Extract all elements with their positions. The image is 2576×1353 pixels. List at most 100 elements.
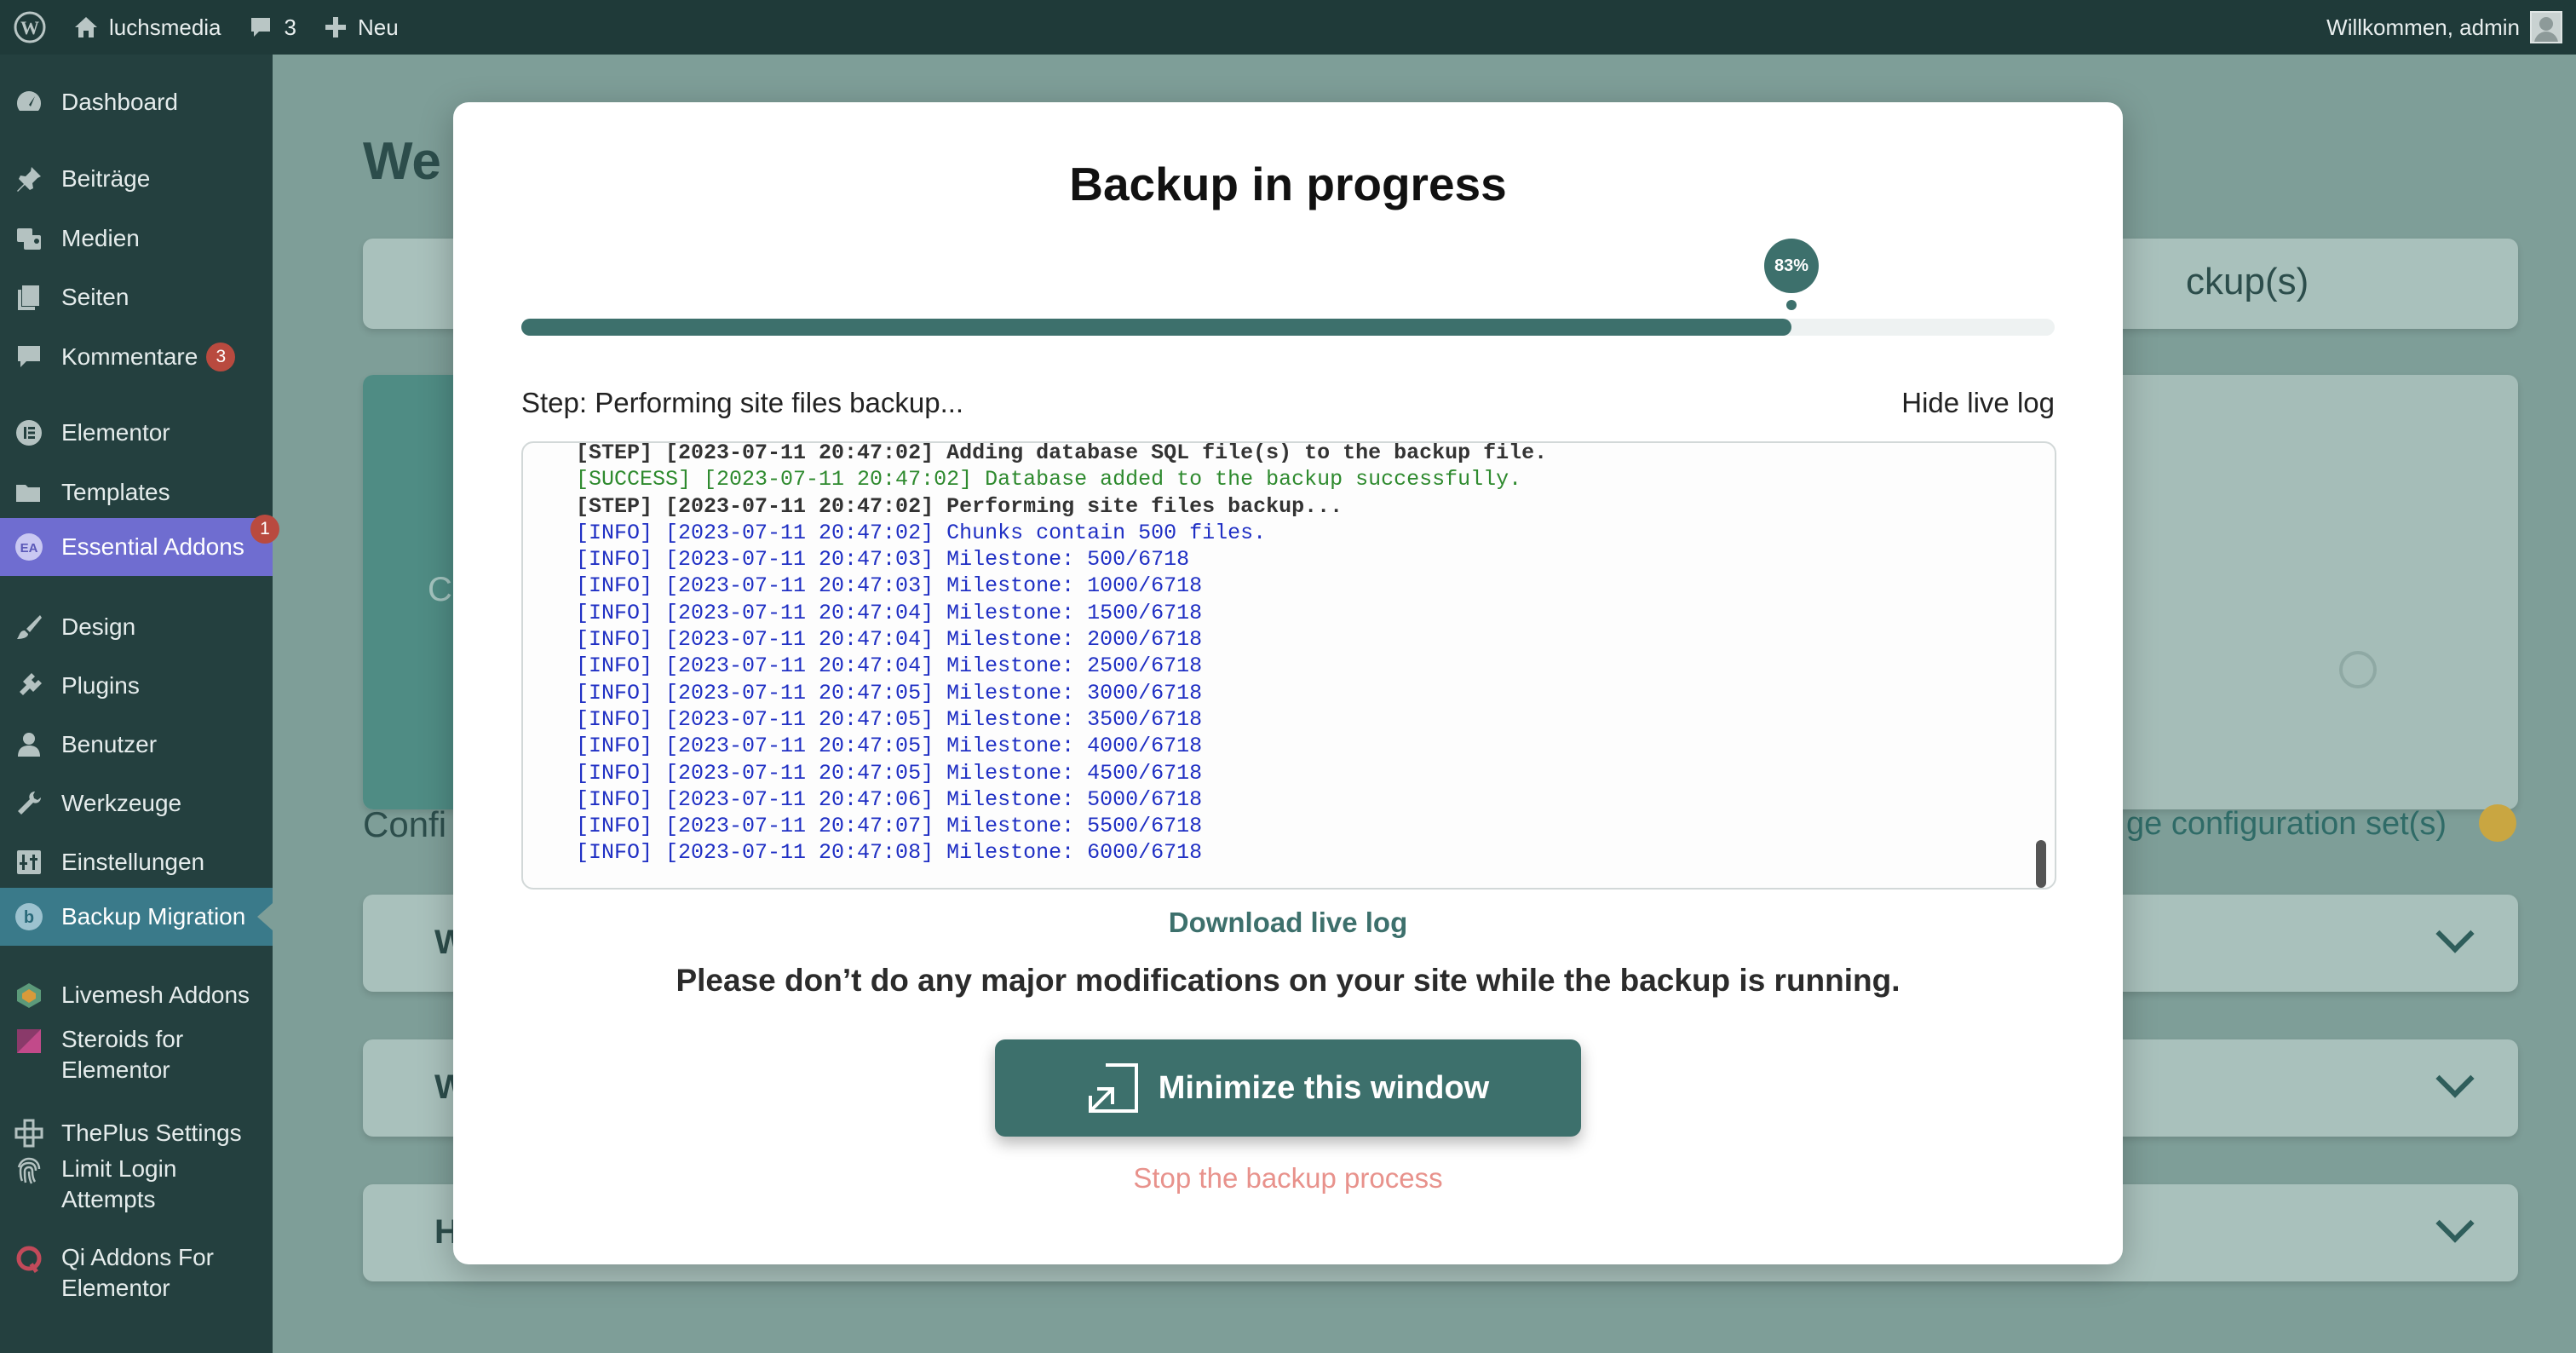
sidebar-item-label: Templates: [61, 479, 170, 505]
theplus-icon: [12, 1116, 46, 1150]
comments-link[interactable]: 3: [235, 0, 310, 55]
sidebar-item-label: Kommentare: [61, 343, 198, 370]
log-line: [SUCCESS] [2023-07-11 20:47:02] Database…: [576, 467, 1522, 492]
live-log-panel[interactable]: [STEP] [2023-07-11 20:47:02] Adding data…: [521, 441, 2056, 890]
modal-title: Backup in progress: [1069, 158, 1507, 210]
folder-icon: [12, 475, 46, 510]
log-line: [INFO] [2023-07-11 20:47:06] Milestone: …: [576, 786, 1203, 812]
chevron-down-icon: [2435, 914, 2475, 953]
sidebar-item-label: Livemesh Addons: [61, 982, 250, 1008]
sidebar-item-theplus-settings[interactable]: ThePlus Settings: [0, 1116, 273, 1150]
admin-sidebar: Dashboard Beiträge Medien Seiten Komment…: [0, 55, 279, 1353]
svg-text:b: b: [24, 908, 34, 927]
brush-icon: [12, 610, 46, 644]
qi-icon: [12, 1242, 46, 1276]
sidebar-item-benutzer[interactable]: Benutzer: [0, 728, 273, 762]
sidebar-item-label: Werkzeuge: [61, 790, 182, 816]
log-scrollbar[interactable]: [2036, 840, 2046, 888]
sidebar-item-label: Dashboard: [61, 89, 178, 115]
sidebar-item-label: Elementor: [61, 419, 170, 446]
sidebar-item-label: Steroids for Elementor: [61, 1026, 184, 1083]
sidebar-item-label: Einstellungen: [61, 849, 205, 875]
steroids-icon: [12, 1024, 46, 1058]
sidebar-item-essential-addons[interactable]: EA Essential Addons 1: [0, 515, 279, 576]
sidebar-item-label: Backup Migration: [61, 903, 246, 930]
fingerprint-icon: [12, 1154, 46, 1188]
comment-icon: [249, 15, 273, 39]
site-name: luchsmedia: [109, 14, 221, 40]
tab-label[interactable]: ckup(s): [2186, 261, 2309, 303]
page-heading: We: [363, 132, 441, 191]
sidebar-item-plugins[interactable]: Plugins: [0, 669, 273, 703]
log-line: [INFO] [2023-07-11 20:47:04] Milestone: …: [576, 653, 1203, 679]
hide-live-log-link[interactable]: Hide live log: [1901, 387, 2055, 419]
plugin-icon: [12, 669, 46, 703]
config-heading: Confi: [363, 804, 447, 844]
comments-icon: [12, 340, 46, 374]
sidebar-item-elementor[interactable]: Elementor: [0, 416, 273, 450]
sidebar-item-werkzeuge[interactable]: Werkzeuge: [0, 786, 273, 820]
log-line: [INFO] [2023-07-11 20:47:04] Milestone: …: [576, 627, 1203, 653]
minimize-button-label: Minimize this window: [1158, 1069, 1490, 1106]
wrench-icon: [12, 786, 46, 820]
ea-icon: EA: [12, 530, 46, 564]
new-content-link[interactable]: Neu: [310, 0, 412, 55]
comments-count: 3: [284, 14, 296, 40]
sidebar-item-label: Limit Login Attempts: [61, 1155, 177, 1212]
minimize-window-button[interactable]: Minimize this window: [995, 1039, 1581, 1137]
create-backup-label: C: [428, 571, 452, 608]
stop-backup-link[interactable]: Stop the backup process: [453, 1162, 2123, 1195]
svg-text:EA: EA: [20, 541, 38, 556]
sidebar-item-einstellungen[interactable]: Einstellungen: [0, 845, 273, 879]
home-icon: [73, 15, 99, 39]
media-icon: [12, 222, 46, 256]
log-line: [INFO] [2023-07-11 20:47:02] Chunks cont…: [576, 520, 1267, 545]
sidebar-item-medien[interactable]: Medien: [0, 222, 273, 256]
livemesh-icon: [12, 978, 46, 1012]
log-line: [INFO] [2023-07-11 20:47:03] Milestone: …: [576, 547, 1190, 573]
sidebar-item-label: Design: [61, 613, 136, 640]
account-menu[interactable]: Willkommen, admin: [2326, 0, 2562, 55]
welcome-text: Willkommen, admin: [2326, 14, 2520, 40]
avatar: [2530, 11, 2562, 43]
log-line: [INFO] [2023-07-11 20:47:05] Milestone: …: [576, 760, 1203, 786]
sidebar-item-label: Plugins: [61, 672, 140, 699]
sidebar-item-steroids-for-elementor[interactable]: Steroids for Elementor: [0, 1024, 273, 1085]
sidebar-item-label: Benutzer: [61, 731, 158, 757]
log-line: [INFO] [2023-07-11 20:47:04] Milestone: …: [576, 600, 1203, 625]
progress-percent-badge: 83%: [1764, 239, 1819, 293]
chevron-down-icon: [2435, 1059, 2475, 1098]
sidebar-item-label: Essential Addons: [61, 533, 244, 560]
sidebar-item-kommentare[interactable]: Kommentare 3: [0, 340, 273, 374]
log-line: [INFO] [2023-07-11 20:47:08] Milestone: …: [576, 840, 1203, 866]
svg-text:W: W: [20, 17, 39, 38]
sidebar-item-qi-addons[interactable]: Qi Addons For Elementor: [0, 1242, 273, 1304]
log-line: [INFO] [2023-07-11 20:47:05] Milestone: …: [576, 680, 1203, 705]
sidebar-item-label: Medien: [61, 225, 140, 251]
chevron-down-icon: [2435, 1204, 2475, 1243]
user-icon: [12, 728, 46, 762]
manage-config-link[interactable]: ge configuration set(s): [2126, 806, 2447, 843]
sidebar-item-backup-migration[interactable]: b Backup Migration: [0, 888, 273, 946]
backup-progress-modal: Backup in progress 83% Step: Performing …: [453, 102, 2123, 1264]
log-line: [INFO] [2023-07-11 20:47:03] Milestone: …: [576, 573, 1203, 599]
sidebar-item-beitraege[interactable]: Beiträge: [0, 162, 273, 196]
download-live-log-link[interactable]: Download live log: [453, 907, 2123, 939]
log-line: [STEP] [2023-07-11 20:47:02] Adding data…: [576, 441, 1548, 465]
sidebar-item-limit-login-attempts[interactable]: Limit Login Attempts: [0, 1154, 273, 1215]
sidebar-item-dashboard[interactable]: Dashboard: [0, 85, 273, 119]
progress-bar-fill: [521, 319, 1791, 336]
sidebar-item-templates[interactable]: Templates: [0, 475, 273, 510]
sidebar-item-livemesh-addons[interactable]: Livemesh Addons: [0, 978, 273, 1012]
sidebar-item-design[interactable]: Design: [0, 610, 273, 644]
admin-bar: W luchsmedia 3 Neu Willkommen, admin: [0, 0, 2576, 55]
sidebar-item-label: Seiten: [61, 284, 129, 310]
settings-icon: [12, 845, 46, 879]
dashboard-icon: [12, 85, 46, 119]
site-name-link[interactable]: luchsmedia: [60, 0, 235, 55]
wordpress-logo-icon[interactable]: W: [0, 0, 60, 55]
sidebar-item-seiten[interactable]: Seiten: [0, 280, 273, 314]
comments-badge: 3: [206, 343, 236, 371]
crown-icon: [2479, 804, 2516, 842]
history-icon: [2339, 651, 2377, 688]
